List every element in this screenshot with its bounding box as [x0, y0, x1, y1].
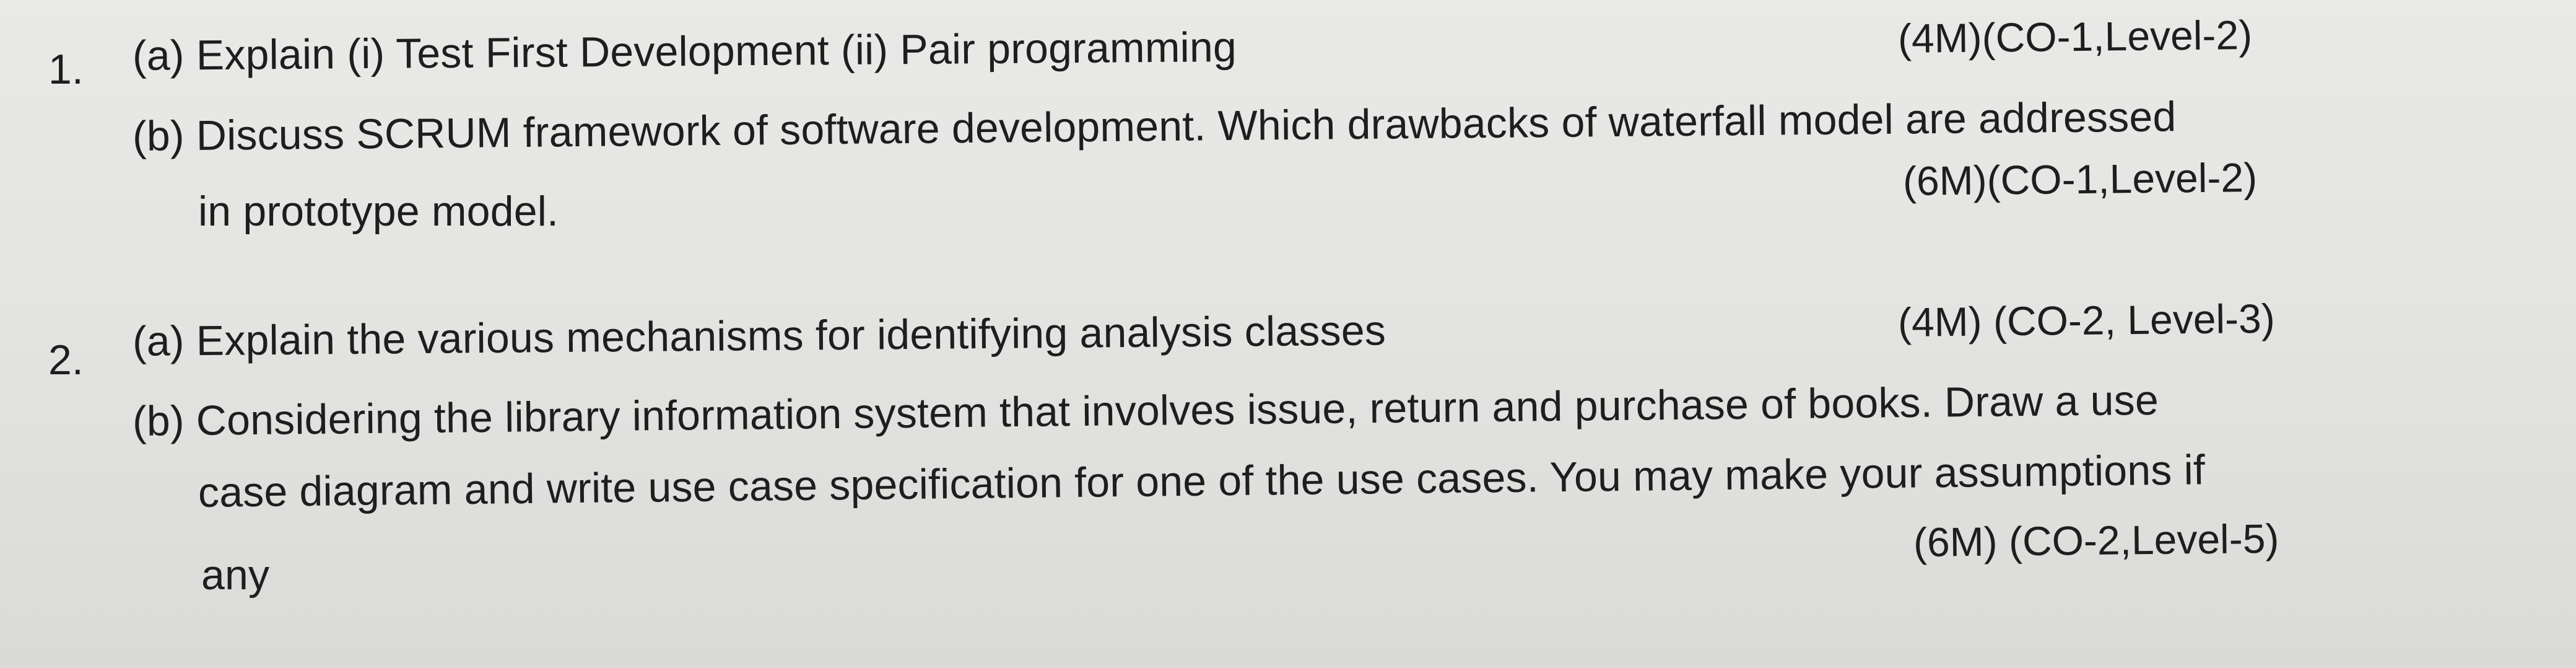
exam-question-sheet: 1. (a) Explain (i) Test First Developmen… [0, 0, 2576, 668]
question-1b-line-2: in prototype model. [198, 188, 559, 235]
question-2b-line-1: (b) Considering the library information … [132, 376, 2159, 445]
question-2-number: 2. [48, 336, 84, 384]
question-1b-marks: (6M)(CO-1,Level-2) [1902, 154, 2258, 204]
question-2b-line-3: any [201, 552, 270, 599]
question-2a-text: (a) Explain the various mechanisms for i… [132, 307, 1386, 365]
question-1b-line-1: (b) Discuss SCRUM framework of software … [132, 93, 2177, 160]
question-1a-text: (a) Explain (i) Test First Development (… [132, 23, 1237, 79]
question-2b-marks: (6M) (CO-2,Level-5) [1913, 515, 2279, 565]
question-1-number: 1. [48, 46, 84, 93]
question-1a-marks: (4M)(CO-1,Level-2) [1897, 12, 2253, 61]
question-2b-line-2: case diagram and write use case specific… [198, 446, 2206, 516]
question-2a-marks: (4M) (CO-2, Level-3) [1897, 295, 2276, 345]
